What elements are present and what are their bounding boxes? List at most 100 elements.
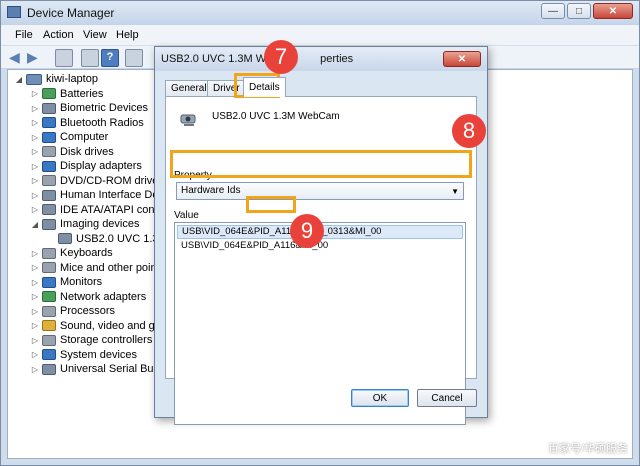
tree-item-label: IDE ATA/ATAPI contro — [60, 203, 168, 216]
tree-item[interactable]: ▷ Universal Serial Bus co — [30, 362, 174, 376]
tree-item-label: Imaging devices — [60, 218, 140, 230]
expand-arrow-icon[interactable]: ▷ — [30, 336, 40, 345]
tree-item[interactable]: ▷ Human Interface Devic — [30, 188, 172, 202]
expand-arrow-icon[interactable]: ▷ — [30, 350, 40, 359]
expand-arrow-icon[interactable]: ▷ — [30, 278, 40, 287]
tree-item[interactable]: ▷ Mice and other pointin — [30, 261, 168, 275]
tree-item-label: Batteries — [60, 87, 104, 100]
mouse-icon — [42, 262, 56, 273]
tree-item-label: Bluetooth Radios — [60, 116, 144, 129]
network-icon — [42, 291, 56, 302]
tree-item[interactable]: ▷ Network adapters — [30, 290, 146, 304]
tree-item-label: Keyboards — [60, 247, 113, 259]
tree-item[interactable]: ▷ Sound, video and gam — [30, 319, 170, 333]
disk-icon — [42, 146, 56, 157]
hid-icon — [42, 189, 56, 201]
tree-item[interactable]: ▷ Processors — [30, 304, 115, 318]
computer-icon — [42, 131, 56, 143]
expand-arrow-icon[interactable]: ▷ — [30, 307, 40, 316]
watermark: 百家号/华硕服务 — [547, 443, 628, 455]
expand-arrow-icon[interactable]: ▷ — [30, 292, 40, 301]
tree-item-label: DVD/CD-ROM drives — [60, 174, 164, 187]
expand-arrow-icon[interactable]: ▷ — [30, 133, 40, 142]
cancel-button[interactable]: Cancel — [417, 389, 477, 407]
property-highlight — [170, 150, 472, 178]
step-9-badge: 9 — [290, 214, 324, 248]
expand-arrow-icon[interactable]: ▷ — [30, 147, 40, 156]
ide-icon — [42, 204, 56, 215]
webcam-icon — [180, 114, 196, 126]
step-7-badge: 7 — [264, 40, 298, 74]
close-button[interactable]: ✕ — [593, 3, 633, 19]
step-8-badge: 8 — [452, 114, 486, 148]
tree-item[interactable]: ▷ Bluetooth Radios — [30, 116, 144, 130]
tree-item[interactable]: ▷ System devices — [30, 348, 137, 362]
laptop-icon — [26, 73, 42, 85]
tab-details[interactable]: Details — [243, 77, 286, 97]
tree-item[interactable]: ▷ Storage controllers — [30, 333, 152, 347]
monitor-icon — [42, 276, 56, 288]
expand-arrow-icon[interactable]: ▷ — [30, 263, 40, 272]
expand-arrow-icon[interactable]: ▷ — [30, 249, 40, 258]
tree-item[interactable]: ◢ kiwi-laptop — [14, 72, 98, 86]
tree-item-label: Display adapters — [60, 160, 142, 172]
expand-arrow-icon[interactable]: ◢ — [14, 75, 24, 84]
tree-item[interactable]: ▷ Monitors — [30, 275, 102, 289]
expand-arrow-icon[interactable]: ▷ — [30, 176, 40, 185]
chevron-down-icon: ▼ — [451, 187, 459, 196]
maximize-button[interactable]: □ — [567, 3, 591, 19]
dialog-close-button[interactable]: ✕ — [443, 51, 481, 67]
device-name: USB2.0 UVC 1.3M WebCam — [212, 111, 340, 122]
window-title: Device Manager — [27, 6, 115, 20]
menu-file[interactable]: File — [15, 29, 33, 41]
view-icon[interactable] — [125, 49, 143, 67]
properties-icon[interactable] — [55, 49, 73, 67]
menu-bar: File Action View Help — [1, 25, 639, 46]
menu-action[interactable]: Action — [43, 29, 74, 41]
tree-item-label: Network adapters — [60, 290, 147, 303]
tree-item[interactable]: ▷ Disk drives — [30, 145, 114, 159]
processor-icon — [42, 305, 56, 317]
dialog-title: USB2.0 UVC 1.3M WebC perties — [161, 53, 354, 65]
tree-item[interactable]: ▷ IDE ATA/ATAPI contro — [30, 203, 167, 217]
tree-item[interactable]: ◢ Imaging devices — [30, 217, 140, 231]
display-icon — [42, 160, 56, 172]
tree-item[interactable]: ▷ Computer — [30, 130, 108, 144]
ok-button[interactable]: OK — [351, 389, 409, 407]
value-highlight — [246, 196, 296, 213]
tree-item[interactable]: ▷ Biometric Devices — [30, 101, 148, 115]
expand-arrow-icon[interactable]: ▷ — [30, 321, 40, 330]
expand-arrow-icon[interactable]: ▷ — [30, 118, 40, 127]
tree-item[interactable]: ▷ Display adapters — [30, 159, 142, 173]
device-manager-icon — [7, 6, 21, 18]
tree-item-label: Computer — [60, 131, 109, 143]
tree-item[interactable]: ▷ Keyboards — [30, 246, 113, 260]
forward-icon[interactable]: ▶ — [27, 49, 43, 65]
tree-item[interactable]: ▷ DVD/CD-ROM drives — [30, 174, 164, 188]
expand-arrow-icon[interactable]: ◢ — [30, 220, 40, 229]
menu-help[interactable]: Help — [116, 29, 139, 41]
dialog-title-bar: USB2.0 UVC 1.3M WebC perties ✕ — [155, 47, 487, 71]
tab-general[interactable]: General — [165, 80, 213, 96]
scan-hardware-icon[interactable] — [81, 49, 99, 67]
property-select[interactable]: Hardware Ids ▼ — [176, 182, 464, 200]
expand-arrow-icon[interactable]: ▷ — [30, 162, 40, 171]
expand-arrow-icon[interactable]: ▷ — [30, 89, 40, 98]
title-bar: Device Manager — □ ✕ — [1, 1, 639, 26]
help-icon[interactable]: ? — [101, 49, 119, 67]
tree-item[interactable]: ▷ Batteries — [30, 87, 104, 101]
minimize-button[interactable]: — — [541, 3, 565, 19]
tree-item-label: Biometric Devices — [60, 102, 149, 114]
expand-arrow-icon[interactable]: ▷ — [30, 205, 40, 214]
battery-icon — [42, 88, 56, 99]
camera-icon — [42, 218, 56, 230]
expand-arrow-icon[interactable]: ▷ — [30, 104, 40, 113]
tree-item-label: kiwi-laptop — [46, 73, 98, 85]
fingerprint-icon — [42, 102, 56, 114]
tree-item-label: Storage controllers — [60, 334, 153, 346]
menu-view[interactable]: View — [83, 29, 107, 41]
expand-arrow-icon[interactable]: ▷ — [30, 365, 40, 374]
tree-item-label: Disk drives — [60, 145, 114, 158]
expand-arrow-icon[interactable]: ▷ — [30, 191, 40, 200]
back-icon[interactable]: ◀ — [9, 49, 25, 65]
